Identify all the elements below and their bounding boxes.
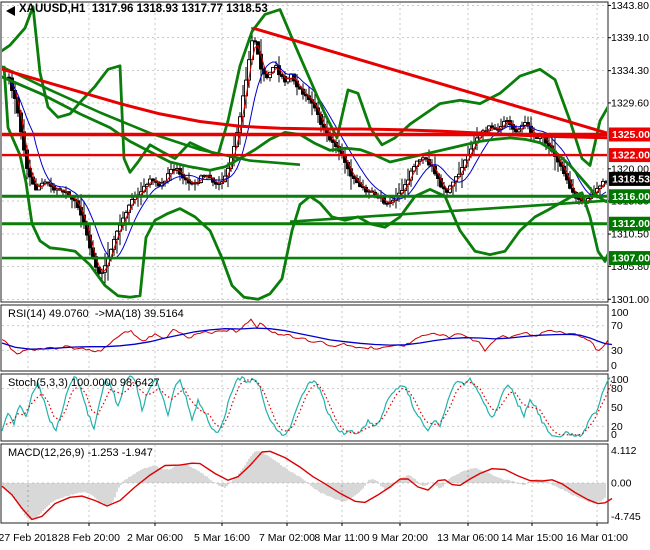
svg-text:0: 0 xyxy=(611,360,617,372)
svg-text:1334.30: 1334.30 xyxy=(611,65,649,77)
svg-text:1329.60: 1329.60 xyxy=(611,97,649,109)
svg-text:4.112: 4.112 xyxy=(611,445,637,457)
svg-text:1312.00: 1312.00 xyxy=(612,218,650,230)
svg-text:50: 50 xyxy=(611,402,623,414)
time-axis-label: 7 Mar 02:00 xyxy=(259,532,315,544)
svg-text:1316.00: 1316.00 xyxy=(612,191,650,203)
svg-text:1325.00: 1325.00 xyxy=(612,129,650,141)
chart-canvas[interactable]: 1343.801339.101334.301329.601320.001315.… xyxy=(0,0,650,550)
time-axis-label: 5 Mar 16:00 xyxy=(194,532,250,544)
time-axis-label: 8 Mar 11:00 xyxy=(314,532,369,544)
svg-text:1307.00: 1307.00 xyxy=(612,253,650,265)
rsi-indicator-label: RSI(14) 49.0760 ->MA(18) 39.5164 xyxy=(8,308,184,320)
svg-text:1301.00: 1301.00 xyxy=(611,294,649,306)
svg-text:1339.10: 1339.10 xyxy=(611,32,649,44)
time-axis-label: 13 Mar 06:00 xyxy=(437,532,499,544)
stoch-indicator-label: Stoch(5,3,3) 100.0000 98.6427 xyxy=(8,377,160,389)
svg-text:0.00: 0.00 xyxy=(611,478,632,490)
macd-indicator-label: MACD(12,26,9) -1.253 -1.947 xyxy=(8,447,153,459)
svg-text:1343.80: 1343.80 xyxy=(611,0,649,12)
svg-text:100: 100 xyxy=(611,307,629,319)
time-axis-label: 9 Mar 20:00 xyxy=(372,532,428,544)
svg-text:80: 80 xyxy=(611,383,623,395)
time-axis-label: 14 Mar 15:00 xyxy=(501,532,563,544)
svg-text:1322.00: 1322.00 xyxy=(612,150,650,162)
time-axis-label: 27 Feb 2018 xyxy=(0,532,58,544)
svg-text:0: 0 xyxy=(611,429,617,441)
chart-marker-icon xyxy=(6,6,15,16)
time-axis-label: 16 Mar 01:00 xyxy=(566,532,628,544)
time-axis-label: 28 Feb 20:00 xyxy=(58,532,120,544)
chart-window: 1343.801339.101334.301329.601320.001315.… xyxy=(0,0,650,550)
svg-text:70: 70 xyxy=(611,320,623,332)
price-axis[interactable]: 1343.801339.101334.301329.601320.001315.… xyxy=(608,0,650,523)
svg-text:30: 30 xyxy=(611,345,623,357)
svg-text:1318.53: 1318.53 xyxy=(612,173,650,185)
svg-text:-4.745: -4.745 xyxy=(611,511,641,523)
time-axis[interactable]: 27 Feb 2018 28 Feb 20:00 2 Mar 06:00 5 Mar … xyxy=(0,523,628,544)
time-axis-label: 2 Mar 06:00 xyxy=(127,532,183,544)
chart-title: XAUUSD,H1 1317.96 1318.93 1317.77 1318.5… xyxy=(19,3,268,15)
